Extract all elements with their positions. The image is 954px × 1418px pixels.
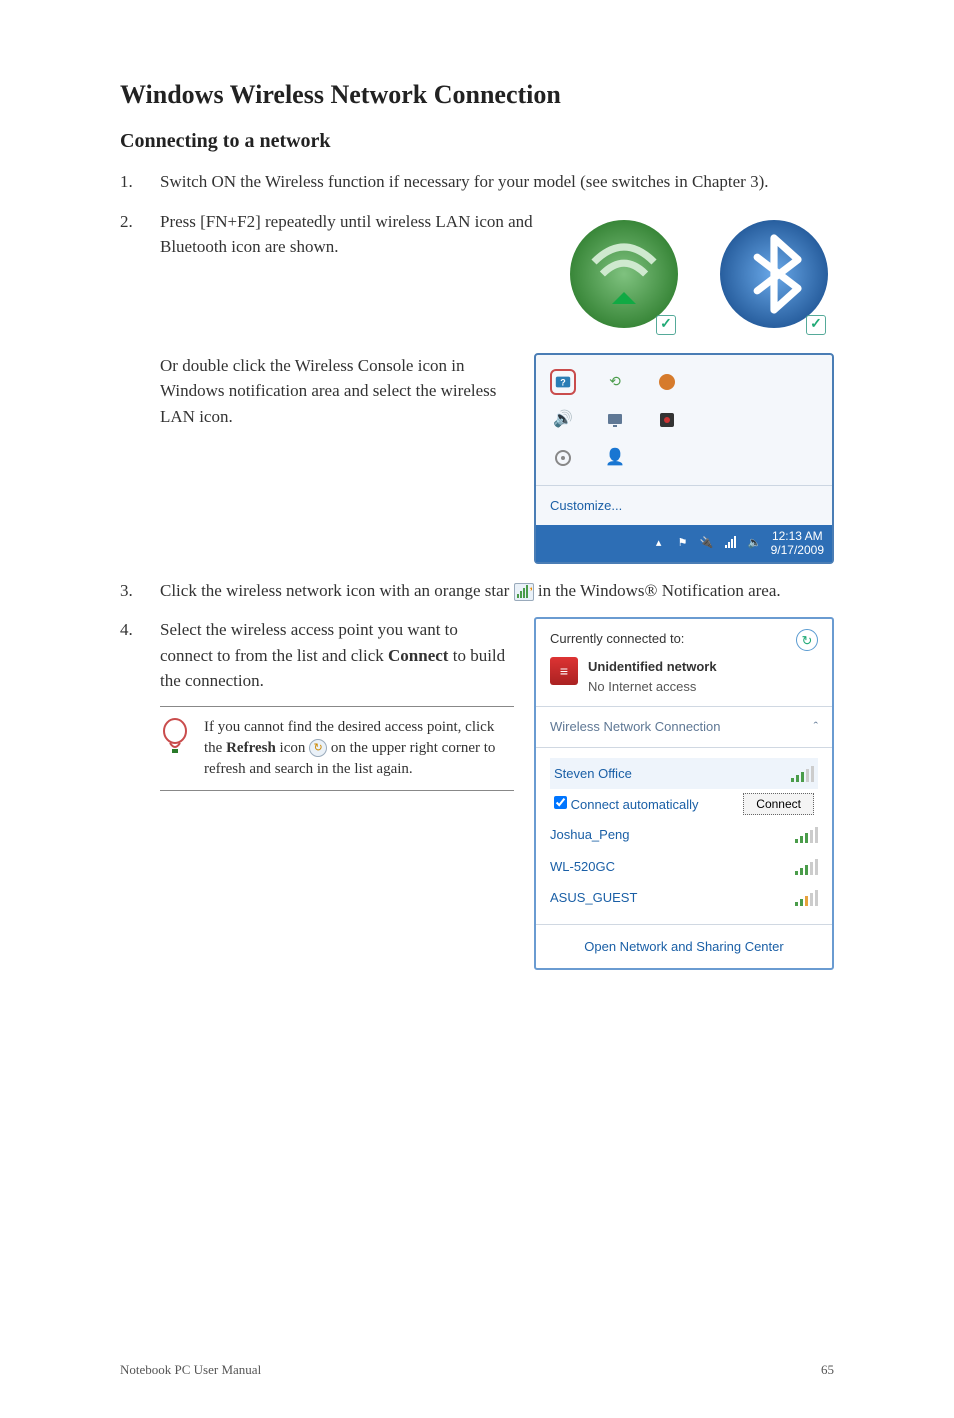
wireless-lan-icon: ✓	[564, 209, 684, 339]
taskbar: ▴ ⚑ 🔌 🔈 12:13 AM 9/17/2009	[536, 525, 832, 562]
notification-area-popup: ? ⟲ 🔊	[534, 353, 834, 564]
refresh-inline-icon: ↻	[309, 739, 327, 757]
note-text: If you cannot find the desired access po…	[204, 717, 514, 780]
tray-icon-globe[interactable]	[654, 369, 680, 395]
refresh-icon[interactable]: ↻	[796, 629, 818, 651]
network-name: Joshua_Peng	[550, 825, 630, 845]
open-network-sharing-center-link[interactable]: Open Network and Sharing Center	[536, 924, 832, 969]
footer-left: Notebook PC User Manual	[120, 1362, 261, 1378]
network-name: Steven Office	[554, 764, 632, 784]
time-text: 12:13 AM	[771, 529, 824, 543]
volume-icon[interactable]: 🔊	[550, 407, 576, 433]
step-1: Switch ON the Wireless function if neces…	[120, 169, 834, 195]
currently-connected-label: Currently connected to:	[550, 629, 684, 649]
network-name: ASUS_GUEST	[550, 888, 637, 908]
signal-bars-icon	[795, 890, 818, 906]
tray-icon-square[interactable]	[654, 407, 680, 433]
clock[interactable]: 12:13 AM 9/17/2009	[771, 529, 824, 558]
check-icon: ✓	[806, 315, 826, 335]
power-icon[interactable]: 🔌	[699, 535, 715, 551]
tray-icon-person[interactable]: 👤	[602, 445, 628, 471]
signal-bars-icon	[795, 859, 818, 875]
bluetooth-icon: ✓	[714, 209, 834, 339]
step-3: Click the wireless network icon with an …	[120, 578, 834, 604]
tip-bulb-icon	[160, 717, 192, 765]
network-item[interactable]: ASUS_GUEST	[550, 882, 818, 914]
wireless-network-connection-label: Wireless Network Connection	[550, 717, 721, 737]
flag-icon[interactable]: ⚑	[675, 535, 691, 551]
step-2b-text: Or double click the Wireless Console ico…	[160, 356, 496, 426]
monitor-icon[interactable]	[602, 407, 628, 433]
tray-icon-disc[interactable]	[550, 445, 576, 471]
network-category-icon: ≡	[550, 657, 578, 685]
network-tray-icon[interactable]	[723, 535, 739, 551]
date-text: 9/17/2009	[771, 543, 824, 557]
step-4: Select the wireless access point you wan…	[120, 617, 834, 970]
unidentified-network-label: Unidentified network	[588, 657, 717, 677]
wireless-bt-icons: ✓ ✓	[564, 209, 834, 339]
signal-bars-icon	[795, 827, 818, 843]
customize-link[interactable]: Customize...	[536, 485, 832, 526]
network-item[interactable]: WL-520GC	[550, 851, 818, 883]
svg-text:?: ?	[560, 377, 566, 387]
collapse-caret-icon[interactable]: ˆ	[814, 717, 818, 737]
footer-right: 65	[821, 1362, 834, 1378]
page-footer: Notebook PC User Manual 65	[120, 1342, 834, 1378]
section-heading: Connecting to a network	[120, 130, 834, 153]
step-1-text: Switch ON the Wireless function if neces…	[160, 172, 768, 191]
note-mid: icon	[280, 740, 310, 756]
note-box: If you cannot find the desired access po…	[160, 706, 514, 791]
connect-button[interactable]: Connect	[743, 793, 814, 815]
network-item[interactable]: Joshua_Peng	[550, 819, 818, 851]
check-icon: ✓	[656, 315, 676, 335]
wireless-console-icon[interactable]: ?	[550, 369, 576, 395]
step-2: Press [FN+F2] repeatedly until wireless …	[120, 209, 834, 564]
svg-text:★: ★	[529, 585, 532, 593]
signal-bars-icon	[791, 766, 814, 782]
show-hidden-icon[interactable]: ▴	[651, 535, 667, 551]
page-heading: Windows Wireless Network Connection	[120, 80, 834, 110]
step-4-bold: Connect	[388, 646, 448, 665]
no-internet-label: No Internet access	[588, 677, 717, 697]
step-2-text: Press [FN+F2] repeatedly until wireless …	[160, 212, 533, 257]
tray-icon-generic[interactable]: ⟲	[602, 369, 628, 395]
step-3-post: in the Windows® Notification area.	[538, 581, 781, 600]
network-star-icon: ★	[514, 583, 534, 601]
connect-automatically-checkbox[interactable]: Connect automatically	[554, 795, 699, 815]
connect-automatically-label: Connect automatically	[571, 797, 699, 812]
network-name: WL-520GC	[550, 857, 615, 877]
speaker-icon[interactable]: 🔈	[747, 535, 763, 551]
network-item-selected[interactable]: Steven Office	[550, 758, 818, 790]
network-list-popup: Currently connected to: ↻ ≡ Unidentified…	[534, 617, 834, 970]
note-bold: Refresh	[226, 740, 276, 756]
step-3-pre: Click the wireless network icon with an …	[160, 581, 514, 600]
